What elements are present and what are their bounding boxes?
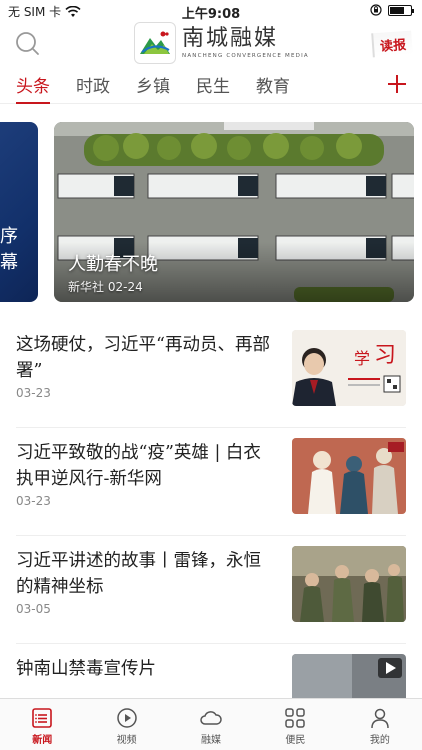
- news-date: 03-23: [16, 386, 51, 400]
- news-item[interactable]: 这场硬仗，习近平“再动员、再部署” 03-23 学 习: [0, 320, 422, 428]
- news-item[interactable]: 习近平讲述的故事丨雷锋，永恒的精神坐标 03-05: [0, 536, 422, 644]
- news-title: 习近平致敬的战“疫”英雄 | 白衣执甲逆风行-新华网: [16, 443, 261, 489]
- slide-caption: 人勤春不晚: [68, 254, 158, 275]
- news-date: 03-05: [16, 602, 51, 616]
- nav-profile-label: 我的: [369, 735, 390, 746]
- status-bar: 无 SIM 卡 上午9:08: [0, 0, 422, 22]
- news-image: 学 习: [292, 330, 406, 406]
- news-icon: [32, 708, 53, 728]
- user-icon: [371, 708, 389, 729]
- nav-news-label: 新闻: [32, 735, 53, 746]
- nav-video-label: 视频: [116, 735, 137, 746]
- news-title: 习近平讲述的故事丨雷锋，永恒的精神坐标: [16, 551, 261, 597]
- battery-icon: [388, 4, 414, 16]
- carousel-current-slide[interactable]: 人勤春不晚 新华社 02-24: [54, 122, 414, 302]
- slide-date: 02-24: [107, 280, 143, 294]
- news-item[interactable]: 习近平致敬的战“疫”英雄 | 白衣执甲逆风行-新华网 03-23: [0, 428, 422, 536]
- news-image: [292, 546, 406, 622]
- nav-media[interactable]: 融媒: [169, 699, 253, 750]
- grid-icon: [285, 708, 306, 728]
- video-icon: [116, 708, 137, 728]
- nav-services[interactable]: 便民: [253, 699, 337, 750]
- svg-text:学: 学: [354, 349, 370, 368]
- plus-icon: [388, 75, 406, 93]
- nav-media-label: 融媒: [201, 735, 222, 746]
- slide-meta: 新华社 02-24: [68, 278, 143, 295]
- app-logo: 南城融媒 NANCHENG CONVERGENCE MEDIA: [134, 22, 309, 64]
- carousel-prev-slide[interactable]: 序幕: [0, 122, 38, 302]
- headline-carousel[interactable]: 序幕 人勤春不晚 新华社 02-24: [0, 122, 422, 302]
- rotation-lock-icon: [370, 4, 382, 16]
- news-thumbnail: 学 习: [292, 330, 406, 406]
- logo-title: 南城融媒: [182, 26, 279, 51]
- news-thumbnail: [292, 546, 406, 622]
- add-channel-button[interactable]: [386, 71, 408, 97]
- news-title: 钟南山禁毒宣传片: [16, 659, 156, 679]
- nav-profile[interactable]: 我的: [338, 699, 422, 750]
- news-image: [292, 438, 406, 514]
- cloud-icon: [200, 711, 222, 725]
- slide-source: 新华社: [68, 280, 105, 294]
- bottom-navigation: 新闻 视频 融媒 便民 我的: [0, 698, 422, 750]
- svg-text:习: 习: [374, 343, 396, 368]
- tab-towns[interactable]: 乡镇: [136, 72, 170, 102]
- app-header: 南城融媒 NANCHENG CONVERGENCE MEDIA 读报: [0, 22, 422, 66]
- mountain-logo-icon: [140, 31, 170, 54]
- news-title: 这场硬仗，习近平“再动员、再部署”: [16, 335, 270, 381]
- tab-headline[interactable]: 头条: [16, 72, 50, 104]
- news-date: 03-23: [16, 494, 51, 508]
- search-button[interactable]: [14, 30, 42, 58]
- news-thumbnail: [292, 438, 406, 514]
- channel-tabs: 头条 时政 乡镇 民生 教育: [0, 68, 422, 104]
- status-time: 上午9:08: [181, 7, 241, 22]
- nav-services-label: 便民: [285, 735, 306, 746]
- status-right: [370, 4, 414, 16]
- tab-politics[interactable]: 时政: [76, 72, 110, 102]
- search-icon: [16, 32, 39, 55]
- logo-emblem: [134, 22, 176, 64]
- tab-education[interactable]: 教育: [256, 72, 290, 102]
- nav-video[interactable]: 视频: [84, 699, 168, 750]
- prev-slide-text: 序幕: [0, 226, 18, 273]
- nav-news[interactable]: 新闻: [0, 699, 84, 750]
- read-paper-button[interactable]: 读报: [371, 30, 413, 58]
- logo-subtitle: NANCHENG CONVERGENCE MEDIA: [182, 53, 309, 59]
- tab-livelihood[interactable]: 民生: [196, 72, 230, 102]
